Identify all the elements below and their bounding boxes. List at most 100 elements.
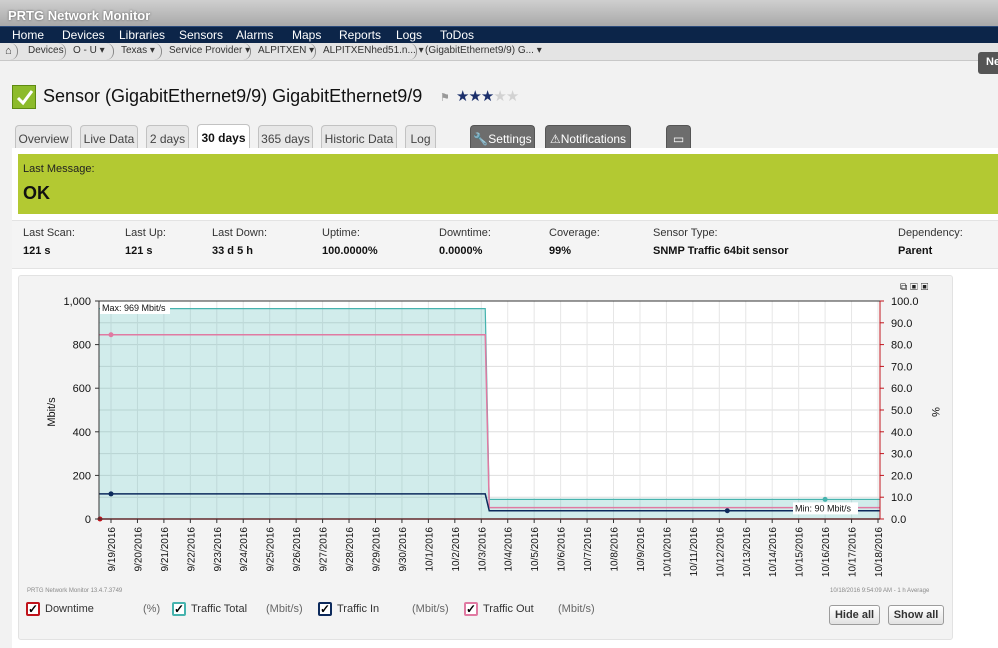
export-icon[interactable]: ▣ (921, 282, 932, 293)
app-title: PRTG Network Monitor (8, 8, 151, 23)
menu-todos[interactable]: ToDos (440, 28, 474, 42)
y2-tick-label: 10.0 (891, 492, 912, 504)
legend-label-traffic-total: Traffic Total (191, 603, 248, 615)
x-tick-label: 10/17/2016 (848, 527, 859, 577)
breadcrumb-texas[interactable]: Texas ▾ (121, 45, 155, 56)
y-tick-label: 400 (73, 427, 91, 439)
window-title-bar: PRTG Network Monitor (0, 0, 998, 26)
priority-star-icon[interactable]: ★ (506, 88, 519, 105)
tab-log[interactable]: Log (405, 125, 436, 149)
x-tick-label: 10/5/2016 (530, 527, 541, 572)
last-message-box: Last Message: OK (18, 154, 998, 214)
status-ok-checkbox (12, 85, 36, 109)
tab-365-days[interactable]: 365 days (258, 125, 313, 149)
x-tick-label: 10/13/2016 (742, 527, 753, 577)
x-tick-label: 10/12/2016 (715, 527, 726, 577)
x-tick-label: 10/6/2016 (557, 527, 568, 572)
menu-reports[interactable]: Reports (339, 28, 381, 42)
breadcrumb-device-label: ALPITXENhed51.n... (323, 45, 416, 56)
stat-label-last-scan: Last Scan: (23, 227, 75, 239)
zoom-icon[interactable]: ⧉ (900, 282, 910, 293)
y-axis-label: Mbit/s (46, 397, 58, 427)
legend-unit-traffic-out: (Mbit/s) (558, 603, 595, 615)
x-tick-label: 9/27/2016 (319, 527, 330, 572)
breadcrumb-separator (10, 43, 18, 60)
stat-label-downtime: Downtime: (439, 227, 491, 239)
stat-value-last-down: 33 d 5 h (212, 245, 253, 257)
breadcrumb-o-u-label: O - U (73, 45, 97, 56)
stat-label-dependency: Dependency: (898, 227, 963, 239)
menu-devices[interactable]: Devices (62, 28, 105, 42)
breadcrumb-service-provider[interactable]: Service Provider ▾ (169, 45, 250, 56)
breadcrumb-separator (58, 43, 66, 60)
stat-value-last-scan: 121 s (23, 245, 51, 257)
x-tick-label: 10/7/2016 (583, 527, 594, 572)
breadcrumb-sensor[interactable]: (GigabitEthernet9/9) G... ▾ (425, 45, 542, 56)
tab-settings-label: Settings (488, 132, 532, 146)
tab-2-days[interactable]: 2 days (146, 125, 189, 149)
priority-star-icon[interactable]: ★ (468, 88, 481, 105)
menu-libraries[interactable]: Libraries (119, 28, 165, 42)
y-tick-label: 200 (73, 470, 91, 482)
graph-toolbar: ⧉▣▣ (900, 282, 931, 293)
x-tick-label: 10/15/2016 (795, 527, 806, 577)
x-tick-label: 9/23/2016 (213, 527, 224, 572)
menu-home[interactable]: Home (12, 28, 44, 42)
x-tick-label: 10/1/2016 (424, 527, 435, 572)
y2-tick-label: 20.0 (891, 470, 912, 482)
x-tick-label: 9/21/2016 (160, 527, 171, 572)
breadcrumb-separator (106, 43, 114, 60)
breadcrumb-texas-label: Texas (121, 45, 148, 56)
x-tick-label: 10/10/2016 (662, 527, 673, 577)
x-tick-label: 9/26/2016 (292, 527, 303, 572)
stat-value-downtime: 0.0000% (439, 245, 483, 257)
priority-star-icon[interactable]: ★ (493, 88, 506, 105)
breadcrumb-o-u[interactable]: O - U ▾ (73, 45, 105, 56)
x-tick-label: 9/28/2016 (345, 527, 356, 572)
new-tab-button[interactable]: Ne (978, 52, 998, 74)
graph-footer-version: PRTG Network Monitor 13.4.7.3749 (27, 588, 123, 594)
tab-notifications[interactable]: ⚠Notifications (545, 125, 631, 149)
tab-settings[interactable]: 🔧Settings (470, 125, 535, 149)
x-tick-label: 9/19/2016 (107, 527, 118, 572)
tab-historic-data[interactable]: Historic Data (321, 125, 397, 149)
priority-star-icon[interactable]: ★ (456, 88, 469, 105)
last-message-value: OK (23, 183, 50, 203)
tab-comments[interactable]: ▭ (666, 125, 691, 149)
legend-checkbox-downtime[interactable]: ✓ (26, 602, 40, 616)
legend-label-downtime: Downtime (45, 603, 94, 615)
tab-overview[interactable]: Overview (15, 125, 72, 149)
breadcrumb-sensor-label: (GigabitEthernet9/9) G... (425, 45, 534, 56)
x-tick-label: 9/30/2016 (398, 527, 409, 572)
tab-30-days[interactable]: 30 days (197, 124, 250, 150)
y2-tick-label: 50.0 (891, 405, 912, 417)
legend-unit-traffic-in: (Mbit/s) (412, 603, 449, 615)
menu-logs[interactable]: Logs (396, 28, 422, 42)
legend-checkbox-traffic-in[interactable]: ✓ (318, 602, 332, 616)
x-tick-label: 9/22/2016 (186, 527, 197, 572)
x-tick-label: 9/29/2016 (371, 527, 382, 572)
flag-icon[interactable]: ⚑ (440, 91, 450, 104)
hide-all-button[interactable]: Hide all (829, 605, 880, 625)
traffic-total-marker (822, 496, 828, 502)
x-tick-label: 10/18/2016 (874, 527, 885, 577)
menu-alarms[interactable]: Alarms (236, 28, 273, 42)
menu-sensors[interactable]: Sensors (179, 28, 223, 42)
check-icon (16, 90, 34, 106)
priority-star-icon[interactable]: ★ (481, 88, 494, 105)
save-icon[interactable]: ▣ (910, 282, 921, 293)
tab-live-data[interactable]: Live Data (80, 125, 138, 149)
x-tick-label: 9/24/2016 (239, 527, 250, 572)
legend-checkbox-traffic-total[interactable]: ✓ (172, 602, 186, 616)
menu-maps[interactable]: Maps (292, 28, 321, 42)
show-all-button[interactable]: Show all (888, 605, 944, 625)
stat-label-last-down: Last Down: (212, 227, 268, 239)
breadcrumb-alpitxen[interactable]: ALPITXEN ▾ (258, 45, 314, 56)
breadcrumb-separator (154, 43, 162, 60)
stat-label-last-up: Last Up: (125, 227, 166, 239)
stat-label-coverage: Coverage: (549, 227, 600, 239)
y2-axis-label: % (929, 407, 941, 417)
priority-stars[interactable]: ★★★★★ (456, 87, 519, 105)
x-tick-label: 10/9/2016 (636, 527, 647, 572)
legend-checkbox-traffic-out[interactable]: ✓ (464, 602, 478, 616)
